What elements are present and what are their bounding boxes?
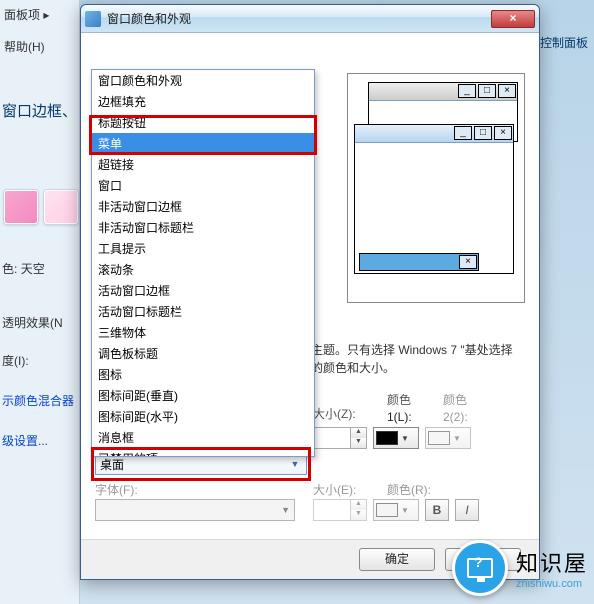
fontsize-spinner: ▲▼ xyxy=(313,499,367,521)
max-icon: □ xyxy=(478,84,496,98)
dropdown-item[interactable]: 非活动窗口边框 xyxy=(92,196,314,217)
preview-active-window: _ □ × × xyxy=(354,124,514,274)
swatch-pink[interactable] xyxy=(4,190,38,224)
transparency-label[interactable]: 透明效果(N xyxy=(2,314,63,331)
size-control-row: ▲▼ ▼ ▼ xyxy=(313,427,471,449)
dropdown-item[interactable]: 超链接 xyxy=(92,154,314,175)
control-panel-text[interactable]: 控制面板 xyxy=(540,34,588,51)
dropdown-item[interactable]: 图标间距(垂直) xyxy=(92,385,314,406)
dialog-title: 窗口颜色和外观 xyxy=(107,10,491,27)
dialog-client: _ □ × _ □ × × 主题。只有选择 Windows 7 xyxy=(81,33,539,579)
section-heading: 窗口边框、 xyxy=(2,100,77,121)
dropdown-item[interactable]: 已禁用的项 xyxy=(92,448,314,457)
dropdown-item[interactable]: 工具提示 xyxy=(92,238,314,259)
dropdown-item[interactable]: 活动窗口标题栏 xyxy=(92,301,314,322)
fontcolor-button: ▼ xyxy=(373,499,419,521)
dropdown-item[interactable]: 非活动窗口标题栏 xyxy=(92,217,314,238)
app-icon xyxy=(85,11,101,27)
color2-head: 颜色 2(2): xyxy=(443,391,468,424)
dropdown-item[interactable]: 窗口颜色和外观 xyxy=(92,70,314,91)
font-label: 字体(F): xyxy=(95,481,138,498)
close-button[interactable]: × xyxy=(491,10,535,28)
size-label: 大小(Z): xyxy=(313,405,356,422)
appearance-dialog: 窗口颜色和外观 × _ □ × _ □ × xyxy=(80,4,540,580)
fontcolor-swatch xyxy=(376,503,398,517)
font-controls: ▲▼ ▼ B I xyxy=(313,499,479,521)
spin-up-icon: ▲ xyxy=(350,500,366,510)
preview-inactive-titlebar: _ □ × xyxy=(369,83,517,101)
fontsize-label: 大小(E): xyxy=(313,481,356,498)
size-row: 大小(Z): xyxy=(313,405,356,422)
font-combo: ▼ xyxy=(95,499,295,521)
logo-text-cn: 知识屋 xyxy=(516,546,588,578)
close-icon: × xyxy=(459,255,477,269)
min-icon: _ xyxy=(454,126,472,140)
dropdown-item[interactable]: 图标间距(水平) xyxy=(92,406,314,427)
dropdown-item[interactable]: 窗口 xyxy=(92,175,314,196)
spin-down-icon[interactable]: ▼ xyxy=(350,438,366,448)
dropdown-item[interactable]: 边框填充 xyxy=(92,91,314,112)
color1-head: 颜色 1(L): xyxy=(387,391,412,424)
dropdown-item[interactable]: 消息框 xyxy=(92,427,314,448)
color-label: 色: 天空 xyxy=(2,260,45,277)
logo-badge: ? xyxy=(452,540,508,596)
size-input[interactable] xyxy=(314,428,350,448)
close-icon: × xyxy=(494,126,512,140)
fontcolor-label: 颜色(R): xyxy=(387,481,431,498)
chevron-down-icon: ▼ xyxy=(453,434,461,443)
color1-swatch xyxy=(376,431,398,445)
spin-up-icon[interactable]: ▲ xyxy=(350,428,366,438)
bg-sidebar: 面板项 ▸ 帮助(H) 窗口边框、 色: 天空 透明效果(N 度(I): 示颜色… xyxy=(0,0,80,604)
dropdown-item[interactable]: 滚动条 xyxy=(92,259,314,280)
dropdown-item[interactable]: 活动窗口边框 xyxy=(92,280,314,301)
combo-value: 桌面 xyxy=(100,456,124,473)
chevron-down-icon: ▼ xyxy=(401,506,409,515)
spin-down-icon: ▼ xyxy=(350,510,366,520)
chevron-down-icon: ▼ xyxy=(281,505,290,515)
advanced-link[interactable]: 级设置... xyxy=(2,432,48,449)
font-row: ▼ xyxy=(95,499,295,521)
intensity-label: 度(I): xyxy=(2,352,29,369)
color1-button[interactable]: ▼ xyxy=(373,427,419,449)
dropdown-item[interactable]: 菜单 xyxy=(92,133,314,154)
ok-button[interactable]: 确定 xyxy=(359,548,435,571)
description-text: 主题。只有选择 Windows 7 "基处选择的颜色和大小。 xyxy=(311,341,523,377)
dropdown-item[interactable]: 标题按钮 xyxy=(92,112,314,133)
italic-button[interactable]: I xyxy=(455,499,479,521)
size-spinner[interactable]: ▲▼ xyxy=(313,427,367,449)
breadcrumb[interactable]: 面板项 ▸ xyxy=(4,6,49,23)
bold-button[interactable]: B xyxy=(425,499,449,521)
swatch-lightpink[interactable] xyxy=(44,190,78,224)
dropdown-item[interactable]: 三维物体 xyxy=(92,322,314,343)
chevron-down-icon[interactable]: ▼ xyxy=(288,459,302,469)
chevron-down-icon: ▼ xyxy=(401,434,409,443)
logo-text-en: zhishiwu.com xyxy=(516,578,588,590)
item-dropdown-list[interactable]: 窗口颜色和外观边框填充标题按钮菜单超链接窗口非活动窗口边框非活动窗口标题栏工具提… xyxy=(91,69,315,457)
dropdown-item[interactable]: 调色板标题 xyxy=(92,343,314,364)
close-icon: × xyxy=(498,84,516,98)
titlebar[interactable]: 窗口颜色和外观 × xyxy=(81,5,539,33)
color-swatches xyxy=(4,190,78,224)
fontsize-input xyxy=(314,500,350,520)
mixer-link[interactable]: 示颜色混合器 xyxy=(2,392,74,409)
max-icon: □ xyxy=(474,126,492,140)
help-menu[interactable]: 帮助(H) xyxy=(4,38,45,55)
color2-swatch xyxy=(428,431,450,445)
preview-active-titlebar: _ □ × xyxy=(355,125,513,143)
preview-panel: _ □ × _ □ × × xyxy=(347,73,525,303)
min-icon: _ xyxy=(458,84,476,98)
preview-msgbox: × xyxy=(359,253,479,271)
color2-button: ▼ xyxy=(425,427,471,449)
dropdown-item[interactable]: 图标 xyxy=(92,364,314,385)
watermark-logo: ? 知识屋 zhishiwu.com xyxy=(452,540,588,596)
